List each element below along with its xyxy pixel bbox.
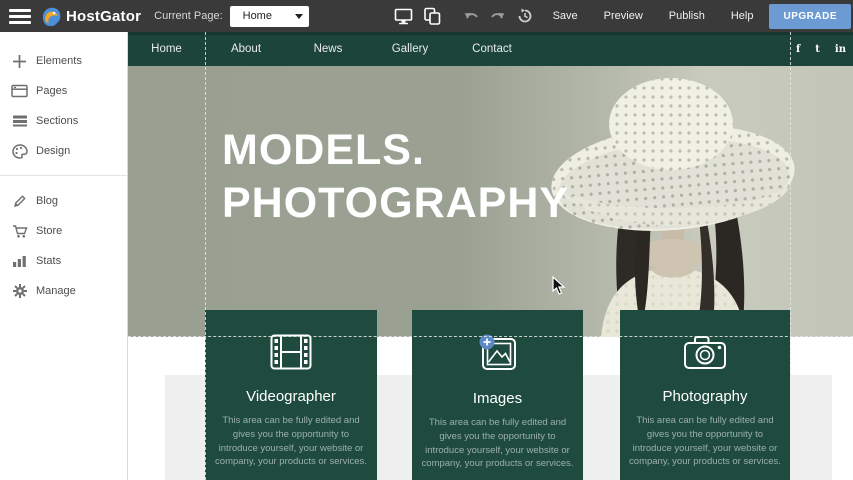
builder-topbar: HostGator Current Page: Home	[0, 0, 853, 32]
sections-icon	[11, 113, 28, 130]
facebook-icon[interactable]: f	[796, 44, 800, 55]
preview-button[interactable]: Preview	[604, 10, 643, 22]
gear-icon	[11, 283, 28, 300]
site-nav-news[interactable]: News	[287, 43, 369, 55]
sidebar-item-label: Manage	[36, 285, 76, 297]
film-icon	[270, 334, 312, 370]
help-button[interactable]: Help	[731, 10, 754, 22]
card-body-text: This area can be fully edited and gives …	[627, 414, 783, 469]
card-title: Videographer	[205, 388, 377, 405]
chevron-down-icon	[295, 14, 303, 19]
site-navbar: Home About News Gallery Contact f t in	[128, 32, 853, 66]
feature-card-videographer[interactable]: Videographer This area can be fully edit…	[205, 310, 377, 480]
redo-icon[interactable]	[489, 9, 506, 23]
publish-button[interactable]: Publish	[669, 10, 705, 22]
undo-icon[interactable]	[463, 9, 480, 23]
plus-icon	[11, 53, 28, 70]
save-button[interactable]: Save	[553, 10, 578, 22]
site-nav-about[interactable]: About	[205, 43, 287, 55]
page-selector-dropdown[interactable]: Home	[230, 6, 309, 27]
pencil-icon	[11, 193, 28, 210]
card-body-text: This area can be fully edited and gives …	[420, 416, 576, 471]
hero-title[interactable]: MODELS. PHOTOGRAPHY	[222, 124, 569, 230]
stats-icon	[11, 253, 28, 270]
feature-card-images[interactable]: Images This area can be fully edited and…	[412, 310, 583, 480]
page-selector-value: Home	[243, 10, 272, 22]
sidebar-item-design[interactable]: Design	[0, 136, 127, 166]
hamburger-menu-icon[interactable]	[9, 9, 31, 24]
site-preview-canvas: Home About News Gallery Contact f t in	[128, 32, 853, 480]
sidebar-item-label: Elements	[36, 55, 82, 67]
twitter-icon[interactable]: t	[815, 44, 820, 55]
hero-title-line2: PHOTOGRAPHY	[222, 177, 569, 230]
brand-name: HostGator	[66, 8, 141, 25]
sidebar-item-label: Pages	[36, 85, 67, 97]
sidebar-divider	[0, 175, 127, 176]
site-nav-home[interactable]: Home	[128, 43, 205, 55]
pages-icon	[11, 83, 28, 100]
cart-icon	[11, 223, 28, 240]
image-plus-icon	[476, 334, 520, 372]
palette-icon	[11, 143, 28, 160]
sidebar-item-label: Stats	[36, 255, 61, 267]
builder-sidebar: Elements Pages Sections	[0, 32, 128, 480]
sidebar-item-sections[interactable]: Sections	[0, 106, 127, 136]
sidebar-item-manage[interactable]: Manage	[0, 276, 127, 306]
topbar-actions: Save Preview Publish Help UPGRADE	[394, 4, 853, 29]
card-title: Photography	[620, 388, 790, 405]
camera-icon	[683, 334, 727, 370]
sidebar-item-stats[interactable]: Stats	[0, 246, 127, 276]
hero-section[interactable]: MODELS. PHOTOGRAPHY	[128, 66, 853, 337]
hostgator-gator-icon	[41, 4, 63, 28]
hero-model-photo	[523, 66, 853, 337]
history-icon[interactable]	[517, 8, 533, 24]
hero-title-line1: MODELS.	[222, 124, 569, 177]
sidebar-item-store[interactable]: Store	[0, 216, 127, 246]
desktop-preview-icon[interactable]	[394, 8, 413, 25]
card-title: Images	[412, 390, 583, 407]
sidebar-item-label: Blog	[36, 195, 58, 207]
sidebar-item-label: Store	[36, 225, 62, 237]
sidebar-item-label: Design	[36, 145, 70, 157]
site-social-links: f t in	[796, 32, 846, 66]
upgrade-button[interactable]: UPGRADE	[769, 4, 851, 29]
sidebar-item-label: Sections	[36, 115, 78, 127]
sidebar-item-elements[interactable]: Elements	[0, 46, 127, 76]
current-page-label: Current Page:	[154, 10, 222, 22]
brand-logo: HostGator	[41, 4, 141, 28]
mobile-preview-icon[interactable]	[423, 7, 441, 25]
sidebar-item-pages[interactable]: Pages	[0, 76, 127, 106]
site-nav-contact[interactable]: Contact	[451, 43, 533, 55]
app-window: HostGator Current Page: Home	[0, 0, 853, 480]
feature-card-photography[interactable]: Photography This area can be fully edite…	[620, 310, 790, 480]
card-body-text: This area can be fully edited and gives …	[213, 414, 369, 469]
site-nav-gallery[interactable]: Gallery	[369, 43, 451, 55]
linkedin-icon[interactable]: in	[835, 44, 846, 55]
sidebar-item-blog[interactable]: Blog	[0, 186, 127, 216]
